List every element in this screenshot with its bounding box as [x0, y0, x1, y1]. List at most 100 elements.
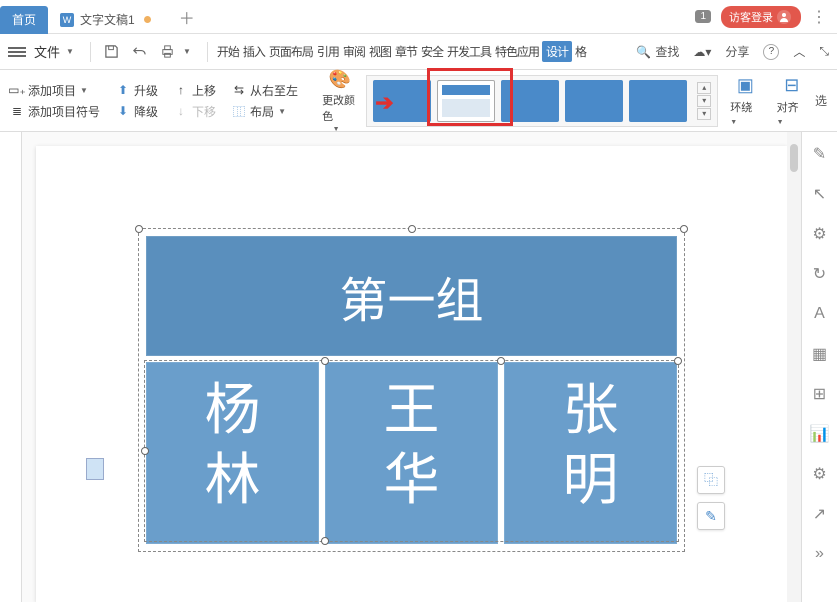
align-button[interactable]: ⊟ 对齐▼ [777, 75, 807, 127]
smartart-row: 杨林 王华 张明 [146, 362, 677, 544]
ruler-vertical [0, 132, 22, 602]
tab-document[interactable]: W 文字文稿1 [48, 6, 165, 34]
save-icon[interactable] [101, 41, 123, 63]
tab-more[interactable]: 格 [574, 43, 587, 60]
h-bm1[interactable] [321, 537, 329, 545]
style-option-5[interactable] [629, 80, 687, 122]
canvas[interactable]: 第一组 杨林 王华 张明 ⿻ ✎ [22, 132, 801, 602]
undo-icon[interactable] [129, 41, 151, 63]
scrollbar-vertical[interactable] [787, 132, 801, 602]
menubar: 文件 ▼ ▼ 开始 插入 页面布局 引用 审阅 视图 章节 安全 开发工具 特色… [0, 34, 837, 70]
share-button[interactable]: 分享 [725, 43, 749, 60]
guest-login-button[interactable]: 访客登录 [721, 6, 801, 28]
tab-view[interactable]: 视图 [368, 43, 392, 60]
group-direction: ⇆从右至左 ⿲布局▼ [232, 82, 298, 120]
handle-tl[interactable] [135, 225, 143, 233]
float-org-button[interactable]: ⿻ [697, 466, 725, 494]
rtl-button[interactable]: ⇆从右至左 [232, 82, 298, 99]
tab-section[interactable]: 章节 [394, 43, 418, 60]
file-menu[interactable]: 文件 [34, 42, 60, 61]
search-button[interactable]: 🔍 查找 [636, 43, 679, 60]
promote-button[interactable]: ⬆升级 [116, 82, 158, 99]
sp-sliders-icon[interactable]: ⚙ [810, 464, 830, 484]
moveup-button[interactable]: ↑上移 [174, 82, 216, 99]
wrap-button[interactable]: ▣ 环绕▼ [730, 75, 760, 127]
tab-insert[interactable]: 插入 [242, 43, 266, 60]
layout-icon: ⿲ [232, 104, 246, 118]
file-dropdown-icon[interactable]: ▼ [66, 47, 74, 56]
minimize-ribbon-icon[interactable]: ︿ [793, 43, 805, 60]
h-mm2[interactable] [497, 357, 505, 365]
tab-home[interactable]: 首页 [0, 6, 48, 34]
sp-share-icon[interactable]: ↗ [810, 504, 830, 524]
word-doc-icon: W [60, 13, 74, 27]
gallery-down-icon[interactable]: ▾ [697, 95, 711, 107]
sp-edit-icon[interactable]: ✎ [810, 144, 830, 164]
search-icon: 🔍 [636, 45, 651, 59]
movedown-button: ↓下移 [174, 103, 216, 120]
tab-review[interactable]: 审阅 [342, 43, 366, 60]
group-move: ↑上移 ↓下移 [174, 82, 216, 120]
sp-rotate-icon[interactable]: ↻ [810, 264, 830, 284]
recolor-button[interactable]: 🎨 更改颜色▼ [322, 68, 358, 133]
h-ml[interactable] [141, 447, 149, 455]
tab-devtools[interactable]: 开发工具 [446, 43, 492, 60]
down-icon: ↓ [174, 104, 188, 118]
select-button[interactable]: 选 [815, 92, 827, 109]
sp-text-icon[interactable]: A [810, 304, 830, 324]
style-option-2[interactable] [437, 80, 495, 122]
notification-badge[interactable]: 1 [695, 10, 711, 23]
h-mm1[interactable] [321, 357, 329, 365]
gallery-nav: ▴ ▾ ▾ [697, 82, 711, 120]
recolor-icon: 🎨 [327, 68, 353, 90]
cloud-icon: ☁ [693, 45, 705, 59]
tab-start[interactable]: 开始 [216, 43, 240, 60]
ribbon-design: ▭₊添加项目▼ ≣添加项目符号 ⬆升级 ⬇降级 ↑上移 ↓下移 ⇆从右至左 ⿲布… [0, 70, 837, 132]
sp-collapse-icon[interactable]: » [810, 544, 830, 564]
tab-pagelayout[interactable]: 页面布局 [268, 43, 314, 60]
add-bullet-button[interactable]: ≣添加项目符号 [10, 103, 100, 120]
layout-button[interactable]: ⿲布局▼ [232, 103, 298, 120]
expand-icon[interactable]: ⤡ [819, 44, 829, 59]
hamburger-icon[interactable] [8, 47, 26, 57]
tutorial-arrow-icon: ➔ [375, 90, 393, 116]
gallery-up-icon[interactable]: ▴ [697, 82, 711, 94]
document-page[interactable]: 第一组 杨林 王华 张明 ⿻ ✎ [36, 146, 787, 602]
align-icon: ⊟ [779, 75, 805, 97]
workspace: 第一组 杨林 王华 张明 ⿻ ✎ [0, 132, 801, 602]
gallery-more-icon[interactable]: ▾ [697, 108, 711, 120]
sp-apps-icon[interactable]: ⊞ [810, 384, 830, 404]
demote-button[interactable]: ⬇降级 [116, 103, 158, 120]
tab-special[interactable]: 特色应用 [494, 43, 540, 60]
add-item-button[interactable]: ▭₊添加项目▼ [10, 82, 100, 99]
print-icon[interactable] [157, 41, 179, 63]
sp-grid-icon[interactable]: ▦ [810, 344, 830, 364]
rtl-icon: ⇆ [232, 83, 246, 97]
row-selection[interactable] [144, 360, 679, 542]
sp-select-icon[interactable]: ↖ [810, 184, 830, 204]
style-option-4[interactable] [565, 80, 623, 122]
float-edit-button[interactable]: ✎ [697, 502, 725, 530]
tab-design[interactable]: 设计 [542, 41, 572, 62]
sp-gear-icon[interactable]: ⚙ [810, 224, 830, 244]
search-label: 查找 [655, 43, 679, 60]
scroll-thumb[interactable] [790, 144, 798, 172]
tab-reference[interactable]: 引用 [316, 43, 340, 60]
doc-title: 文字文稿1 [80, 11, 135, 28]
new-tab-button[interactable]: ＋ [173, 3, 201, 31]
cloud-button[interactable]: ☁▾ [693, 45, 711, 59]
separator [207, 42, 208, 62]
smartart-object[interactable]: 第一组 杨林 王华 张明 ⿻ ✎ [146, 236, 677, 544]
sp-chart-icon[interactable]: 📊 [810, 424, 830, 444]
handle-tm[interactable] [408, 225, 416, 233]
h-mr[interactable] [674, 357, 682, 365]
window-menu-icon[interactable]: ⋮ [811, 7, 827, 27]
style-option-3[interactable] [501, 80, 559, 122]
page-nav-icon[interactable] [86, 458, 104, 480]
demote-icon: ⬇ [116, 104, 130, 118]
handle-tr[interactable] [680, 225, 688, 233]
tab-security[interactable]: 安全 [420, 43, 444, 60]
login-label: 访客登录 [729, 9, 773, 25]
qat-more-icon[interactable]: ▼ [183, 47, 191, 56]
help-button[interactable]: ? [763, 44, 779, 60]
